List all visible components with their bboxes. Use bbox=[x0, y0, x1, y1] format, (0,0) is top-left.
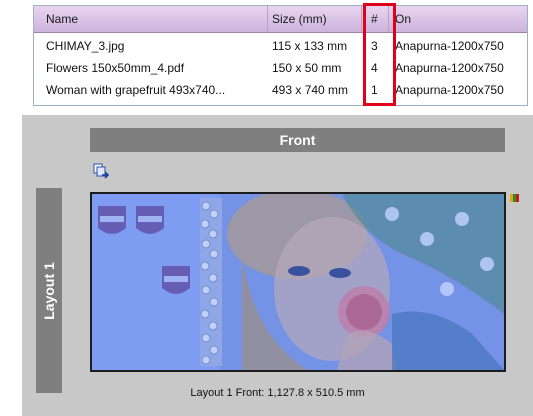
column-header-size[interactable]: Size (mm) bbox=[268, 6, 362, 32]
layout-tool-icon[interactable] bbox=[93, 163, 110, 179]
status-color-icon bbox=[510, 189, 519, 202]
cell-size: 493 x 740 mm bbox=[272, 83, 349, 97]
layout-tab[interactable]: Layout 1 bbox=[36, 188, 62, 393]
cell-on: Anapurna-1200x750 bbox=[395, 61, 504, 75]
table-row[interactable]: Flowers 150x50mm_4.pdf 150 x 50 mm 4 Ana… bbox=[34, 58, 527, 78]
table-row[interactable]: CHIMAY_3.jpg 115 x 133 mm 3 Anapurna-120… bbox=[34, 36, 527, 56]
cell-count: 4 bbox=[371, 61, 378, 75]
layout-caption: Layout 1 Front: 1,127.8 x 510.5 mm bbox=[190, 387, 365, 399]
cell-on: Anapurna-1200x750 bbox=[395, 39, 504, 53]
layout-sheet-preview[interactable] bbox=[90, 192, 506, 372]
column-header-name[interactable]: Name bbox=[42, 6, 268, 32]
cell-size: 115 x 133 mm bbox=[272, 39, 348, 53]
column-header-on[interactable]: On bbox=[391, 6, 527, 32]
cell-on: Anapurna-1200x750 bbox=[395, 83, 504, 97]
table-row[interactable]: Woman with grapefruit 493x740... 493 x 7… bbox=[34, 80, 527, 100]
layout-tab-label: Layout 1 bbox=[41, 261, 57, 320]
cell-count: 3 bbox=[371, 39, 378, 53]
table-header: Name Size (mm) # On bbox=[34, 6, 527, 33]
cell-name: CHIMAY_3.jpg bbox=[46, 39, 125, 53]
cell-name: Woman with grapefruit 493x740... bbox=[46, 83, 226, 97]
front-side-bar[interactable]: Front bbox=[90, 128, 505, 152]
cell-name: Flowers 150x50mm_4.pdf bbox=[46, 61, 185, 75]
column-header-count[interactable]: # bbox=[367, 6, 389, 32]
cell-size: 150 x 50 mm bbox=[272, 61, 342, 75]
layout-panel: Front Layout 1 Layout 1 Front: 1,127.8 x… bbox=[22, 115, 533, 416]
cell-count: 1 bbox=[371, 83, 378, 97]
job-table: Name Size (mm) # On CHIMAY_3.jpg 115 x 1… bbox=[33, 5, 528, 106]
